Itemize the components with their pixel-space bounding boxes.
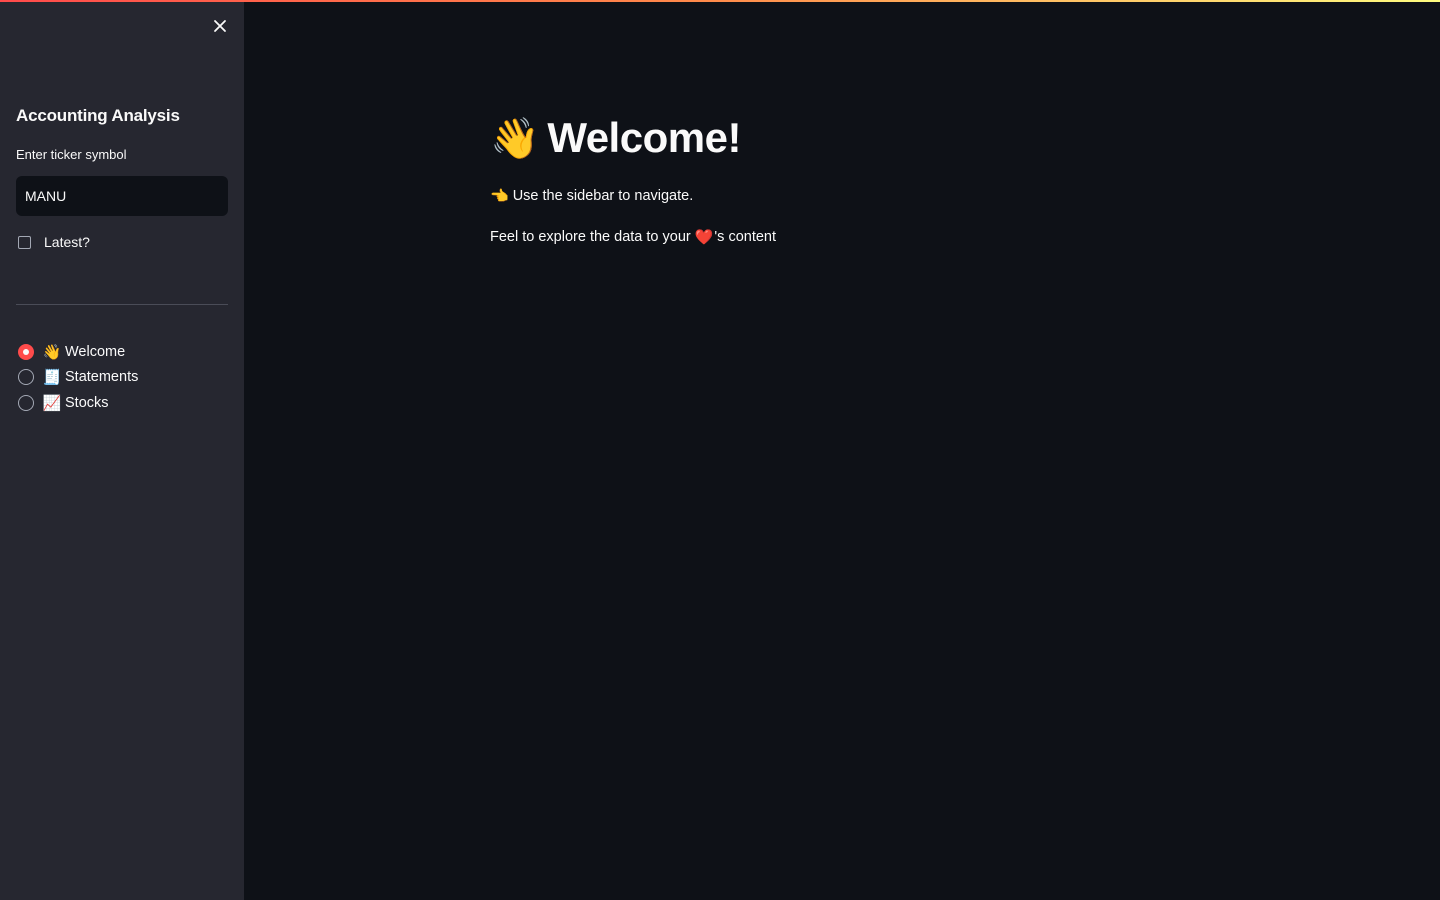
page-title: 👋 Welcome! xyxy=(490,114,741,162)
close-icon xyxy=(214,20,226,32)
waving-hand-icon: 👋 xyxy=(490,116,540,161)
radio-unselected-icon[interactable] xyxy=(18,369,34,386)
explore-message-suffix: 's content xyxy=(714,229,777,245)
nav-item-statements[interactable]: 🧾 Statements xyxy=(16,365,138,391)
top-decoration-bar xyxy=(0,0,1440,2)
sidebar: Accounting Analysis Enter ticker symbol … xyxy=(0,0,244,900)
ticker-input-label: Enter ticker symbol xyxy=(16,147,127,162)
sidebar-title: Accounting Analysis xyxy=(16,106,180,125)
explore-message: Feel to explore the data to your ❤️ 's c… xyxy=(490,228,776,246)
pointing-left-icon: 👈 xyxy=(490,188,509,205)
checkbox-icon[interactable] xyxy=(18,235,31,249)
waving-hand-icon: 👋 xyxy=(42,343,62,361)
navigation-hint-text: Use the sidebar to navigate. xyxy=(512,188,694,204)
nav-item-label: Stocks xyxy=(65,394,109,411)
receipt-icon: 🧾 xyxy=(42,369,62,387)
heart-icon: ❤️ xyxy=(694,229,714,246)
explore-message-text: Feel to explore the data to your xyxy=(490,229,691,245)
latest-checkbox[interactable]: Latest? xyxy=(16,234,90,250)
radio-selected-icon[interactable] xyxy=(18,343,34,360)
nav-item-stocks[interactable]: 📈 Stocks xyxy=(16,390,138,416)
navigation-hint: 👈 Use the sidebar to navigate. xyxy=(490,187,693,205)
main-content: 👋 Welcome! 👈 Use the sidebar to navigate… xyxy=(244,0,1440,900)
nav-item-welcome[interactable]: 👋 Welcome xyxy=(16,339,138,365)
navigation-radio-group: 👋 Welcome 🧾 Statements 📈 Stocks xyxy=(16,339,138,416)
nav-item-label: Welcome xyxy=(65,343,126,360)
page-title-text: Welcome! xyxy=(547,114,741,161)
latest-checkbox-label: Latest? xyxy=(44,234,90,250)
nav-item-label: Statements xyxy=(65,369,139,386)
ticker-input[interactable] xyxy=(16,176,228,216)
sidebar-divider xyxy=(16,304,228,305)
close-sidebar-button[interactable] xyxy=(208,14,232,38)
chart-increasing-icon: 📈 xyxy=(42,394,62,412)
radio-unselected-icon[interactable] xyxy=(18,394,34,411)
